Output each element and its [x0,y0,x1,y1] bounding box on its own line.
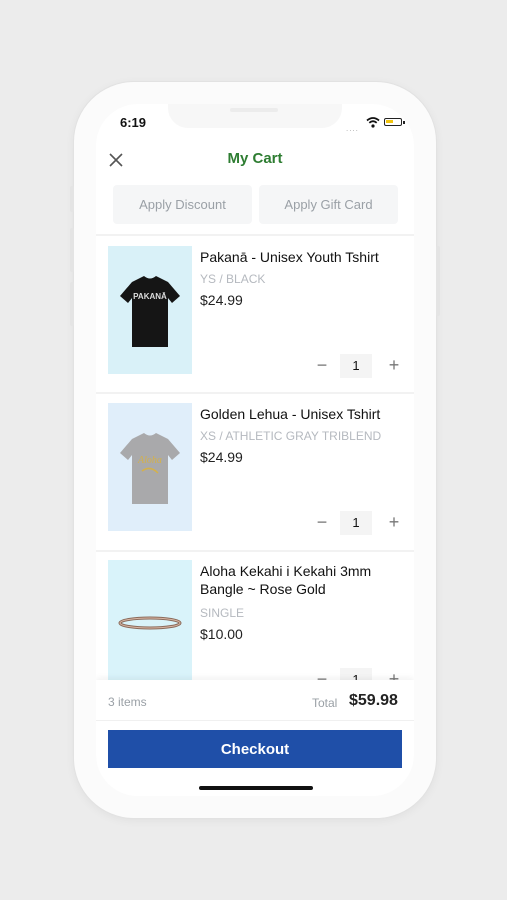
quantity-stepper: − 1 + [314,511,406,535]
increment-button[interactable]: + [386,354,402,378]
item-name: Aloha Kekahi i Kekahi 3mm Bangle ~ Rose … [200,563,372,597]
item-price: $24.99 [200,449,243,465]
item-variant: SINGLE [200,606,245,620]
phone-side-button [70,186,74,212]
product-image-tshirt-gray: Aloha [108,403,192,531]
quantity-value[interactable]: 1 [340,354,372,378]
cart-item: PAKANĀ Pakanā - Unisex Youth Tshirt YS /… [96,236,414,378]
apply-gift-card-button[interactable]: Apply Gift Card [259,185,398,224]
item-name: Golden Lehua - Unisex Tshirt [200,406,381,422]
checkout-button[interactable]: Checkout [108,730,402,768]
cart-item: Aloha Golden Lehua - Unisex Tshirt XS / … [96,393,414,535]
total-value: $59.98 [349,692,398,709]
tshirt-graphic-text: PAKANĀ [133,292,167,301]
cart-footer: 3 items Total $59.98 Checkout [96,680,414,796]
home-indicator[interactable] [199,786,313,790]
speaker [230,108,278,112]
battery-icon [384,118,405,126]
item-variant: YS / BLACK [200,272,266,286]
decrement-button[interactable]: − [314,354,330,378]
total-label: Total [312,696,338,710]
notch [168,104,342,128]
item-variant: XS / ATHLETIC GRAY TRIBLEND [200,429,382,443]
item-price: $10.00 [200,626,243,642]
quantity-value[interactable]: 1 [340,511,372,535]
decrement-button[interactable]: − [314,511,330,535]
status-time: 6:19 [120,115,147,130]
product-image-bangle [108,560,192,688]
tshirt-graphic-text: Aloha [137,455,162,466]
item-name: Pakanā - Unisex Youth Tshirt [200,249,379,265]
phone-side-button [70,282,74,326]
signal-indicator: .... [346,124,359,133]
items-count: 3 items [108,695,147,709]
wifi-icon [366,117,380,128]
phone-screen: 6:19 .... My Cart Apply Discount Apply G… [96,104,414,796]
phone-side-button [70,228,74,272]
page-title: My Cart [227,150,283,167]
quantity-stepper: − 1 + [314,354,406,378]
increment-button[interactable]: + [386,511,402,535]
item-price: $24.99 [200,292,243,308]
apply-discount-button[interactable]: Apply Discount [113,185,252,224]
phone-side-button [436,246,440,316]
product-image-tshirt-black: PAKANĀ [108,246,192,374]
divider [96,720,414,721]
cart-item: Aloha Kekahi i Kekahi 3mm Bangle ~ Rose … [96,550,414,692]
